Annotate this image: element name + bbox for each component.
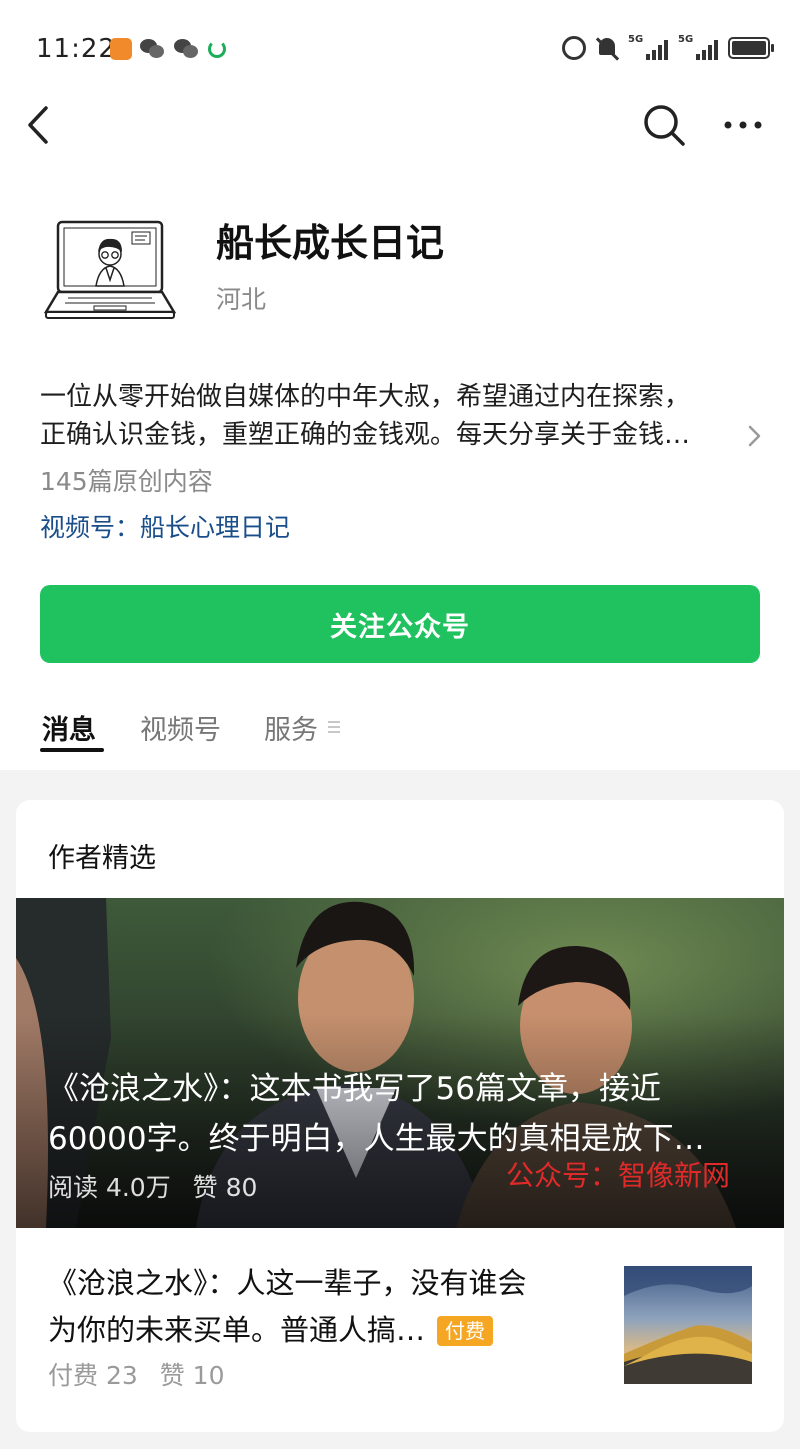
channel-link[interactable]: 视频号：船长心理日记 [40,508,290,544]
description-line: 一位从零开始做自媒体的中年大叔，希望通过内在探索， [40,382,691,412]
network-label: 5G [628,34,644,45]
search-icon [644,105,685,146]
menu-icon [328,721,340,733]
back-icon [28,106,48,144]
tab-active-indicator [40,748,104,752]
alarm-icon [562,36,586,60]
signal-5g-icon: 5G [628,34,668,60]
network-label: 5G [678,34,694,45]
more-icon [724,121,762,129]
article-title: 《沧浪之水》：人这一辈子，没有谁会 为你的未来买单。普通人搞… 付费 [48,1260,608,1354]
app-notification-icon [110,38,132,60]
watermark: 公众号：智像新网 [506,1159,731,1192]
system-icons: 5G 5G [562,34,774,60]
tab-messages[interactable]: 消息 [42,708,96,747]
paid-badge: 付费 [437,1315,494,1346]
more-button[interactable] [718,110,768,140]
like-count: 赞 10 [159,1361,225,1390]
hero-article-title: 《沧浪之水》：这本书我写了56篇文章，接近 60000字。终于明白，人生最大的真… [48,1064,758,1164]
featured-hero-article[interactable]: 《沧浪之水》：这本书我写了56篇文章，接近 60000字。终于明白，人生最大的真… [16,898,784,1228]
like-count: 赞 80 [192,1173,258,1202]
signal-5g-icon: 5G [678,34,718,60]
back-button[interactable] [22,100,62,150]
section-title: 作者精选 [48,843,156,874]
article-item[interactable]: 《沧浪之水》：人这一辈子，没有谁会 为你的未来买单。普通人搞… 付费 付费 23… [16,1228,784,1432]
tab-services[interactable]: 服务 [264,708,318,747]
article-thumbnail [624,1266,752,1384]
article-stats: 付费 23 赞 10 [48,1356,238,1392]
read-count: 阅读 4.0万 [48,1173,171,1202]
featured-card: 作者精选 《沧浪之水》：这本书我写了56篇文章，接近 60000字。终于明白，人… [16,800,784,1432]
wechat-icon [174,38,200,60]
account-location: 河北 [216,285,267,314]
description-line: 正确认识金钱，重塑正确的金钱观。每天分享关于金钱… [40,420,691,450]
tab-channels[interactable]: 视频号 [140,708,221,747]
paid-count: 付费 23 [48,1361,138,1390]
follow-button[interactable]: 关注公众号 [40,585,760,663]
wechat-icon [140,38,166,60]
chevron-right-icon [748,425,761,447]
mute-icon [596,36,618,60]
hero-title-line: 《沧浪之水》：这本书我写了56篇文章，接近 [48,1071,661,1107]
original-count: 145篇原创内容 [40,467,213,496]
search-button[interactable] [640,101,688,149]
status-bar: 11:22 5G 5G [0,0,800,100]
article-title-line: 为你的未来买单。普通人搞… [48,1313,426,1347]
account-name: 船长成长日记 [216,221,445,265]
sync-icon [208,40,226,58]
battery-icon [728,37,774,59]
notification-icons [110,38,226,60]
account-description[interactable]: 一位从零开始做自媒体的中年大叔，希望通过内在探索， 正确认识金钱，重塑正确的金钱… [40,378,740,458]
avatar[interactable] [43,210,180,330]
hero-article-stats: 阅读 4.0万 赞 80 [48,1168,271,1204]
article-title-line: 《沧浪之水》：人这一辈子，没有谁会 [48,1266,527,1300]
status-time: 11:22 [36,34,116,64]
